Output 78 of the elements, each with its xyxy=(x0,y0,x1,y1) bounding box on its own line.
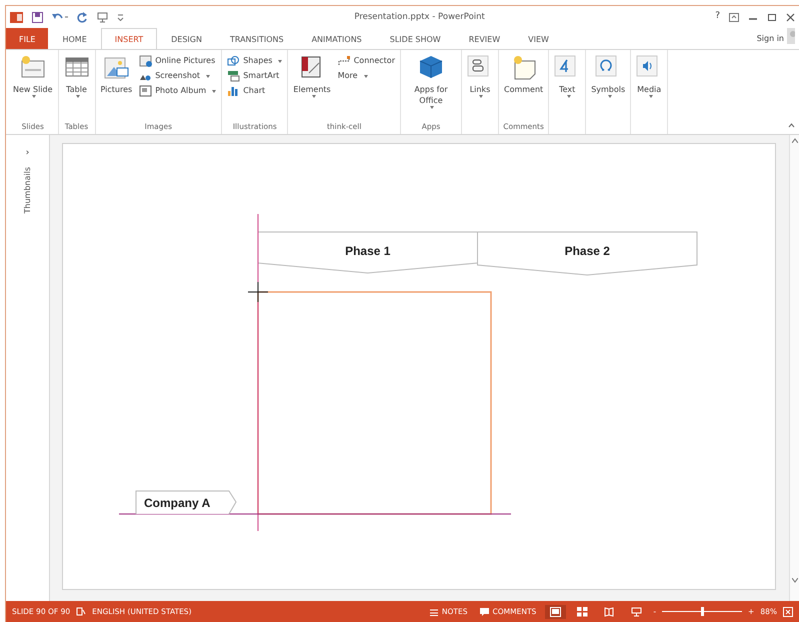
photo-album-icon xyxy=(139,85,152,97)
expand-toggle[interactable]: › xyxy=(26,147,30,160)
connector-icon xyxy=(338,55,351,67)
comment-icon xyxy=(480,608,489,616)
close-icon[interactable] xyxy=(786,12,795,22)
phase-label: Phase 2 xyxy=(564,244,610,258)
window-title: Presentation.pptx - PowerPoint xyxy=(353,10,486,24)
ribbon-button[interactable]: Online Pictures xyxy=(137,54,218,68)
customize-toolbar-icon[interactable] xyxy=(117,13,124,21)
caret-icon xyxy=(608,95,612,98)
ribbon-button[interactable]: Symbols xyxy=(589,52,628,98)
row-label: Company A xyxy=(144,496,210,510)
collapse-ribbon-icon[interactable] xyxy=(788,123,795,128)
ribbon-button[interactable]: Apps for Office xyxy=(404,52,458,109)
caret-icon xyxy=(76,95,80,98)
help-button[interactable]: ? xyxy=(715,10,720,24)
zoom-slider-thumb[interactable] xyxy=(701,607,704,616)
crosshair-cursor-icon xyxy=(248,282,268,302)
ribbon-button[interactable]: Media xyxy=(634,52,664,98)
ribbon-tab[interactable]: TRANSITIONS xyxy=(216,28,298,49)
ribbon-tab[interactable]: DESIGN xyxy=(157,28,216,49)
caret-icon xyxy=(32,95,36,98)
ribbon-button[interactable]: SmartArt xyxy=(225,69,284,83)
sign-in-link[interactable]: Sign in xyxy=(756,32,784,44)
ribbon-button[interactable]: Table xyxy=(62,52,92,98)
maximize-icon[interactable] xyxy=(767,12,777,22)
ribbon-button[interactable]: Shapes xyxy=(225,54,284,68)
spell-check-icon[interactable] xyxy=(76,607,86,616)
ribbon-tab[interactable]: HOME xyxy=(48,28,101,49)
redo-icon[interactable] xyxy=(77,12,88,22)
ribbon-button[interactable]: Photo Album xyxy=(137,84,218,98)
caret-icon xyxy=(212,90,216,92)
pictures-icon xyxy=(103,55,130,81)
slide-show-icon xyxy=(631,606,642,616)
online-pictures-icon xyxy=(139,55,152,67)
shapes-icon xyxy=(227,55,240,67)
caret-icon xyxy=(206,74,210,78)
ribbon-button[interactable]: Links xyxy=(464,52,495,98)
caret-icon xyxy=(648,95,653,98)
ribbon-tab[interactable]: SLIDE SHOW xyxy=(376,28,455,49)
ribbon-tab[interactable]: VIEW xyxy=(514,28,563,49)
ribbon-button[interactable]: More xyxy=(336,69,397,83)
fit-to-window-icon[interactable] xyxy=(783,606,793,616)
ribbon-display-options-icon[interactable] xyxy=(729,12,739,22)
touch-mode-icon[interactable] xyxy=(97,12,108,22)
smartart-icon xyxy=(227,70,240,82)
phase-label: Phase 1 xyxy=(345,244,390,258)
save-icon[interactable] xyxy=(32,12,43,22)
ribbon-button[interactable]: Text xyxy=(552,52,582,98)
cube-icon xyxy=(418,55,444,81)
ribbon-tab[interactable]: REVIEW xyxy=(454,28,514,49)
vertical-scrollbar[interactable] xyxy=(789,135,799,601)
ribbon-button[interactable]: Elements xyxy=(291,52,333,98)
slide-sorter-icon xyxy=(577,606,588,616)
view-button[interactable] xyxy=(545,604,566,618)
caret-icon xyxy=(479,95,484,98)
ribbon-button[interactable]: Chart xyxy=(225,84,284,98)
caret-icon xyxy=(566,95,571,98)
caret-icon xyxy=(364,74,368,78)
reading-view-icon xyxy=(604,606,616,616)
caret-icon xyxy=(430,106,434,109)
caret-icon xyxy=(278,60,282,62)
normal-view-icon xyxy=(550,606,562,616)
ribbon-tab[interactable]: FILE xyxy=(6,28,48,49)
ribbon-button[interactable]: Screenshot xyxy=(137,69,218,83)
notes-icon xyxy=(430,608,438,616)
scroll-up-icon[interactable] xyxy=(792,138,798,143)
chart-icon xyxy=(227,85,240,97)
powerpoint-logo-icon[interactable] xyxy=(10,12,23,22)
caret-icon xyxy=(312,95,316,98)
ribbon-button[interactable]: Comment xyxy=(502,52,546,95)
ribbon-tab[interactable]: INSERT xyxy=(100,28,158,49)
ribbon-button[interactable]: New Slide xyxy=(11,52,55,98)
ribbon-button[interactable]: Connector xyxy=(336,54,397,68)
pane-title: Thumbnails xyxy=(22,166,32,213)
scroll-down-icon[interactable] xyxy=(792,578,798,583)
ribbon-tab[interactable]: ANIMATIONS xyxy=(298,28,376,49)
ribbon-button[interactable]: Pictures xyxy=(98,52,134,95)
